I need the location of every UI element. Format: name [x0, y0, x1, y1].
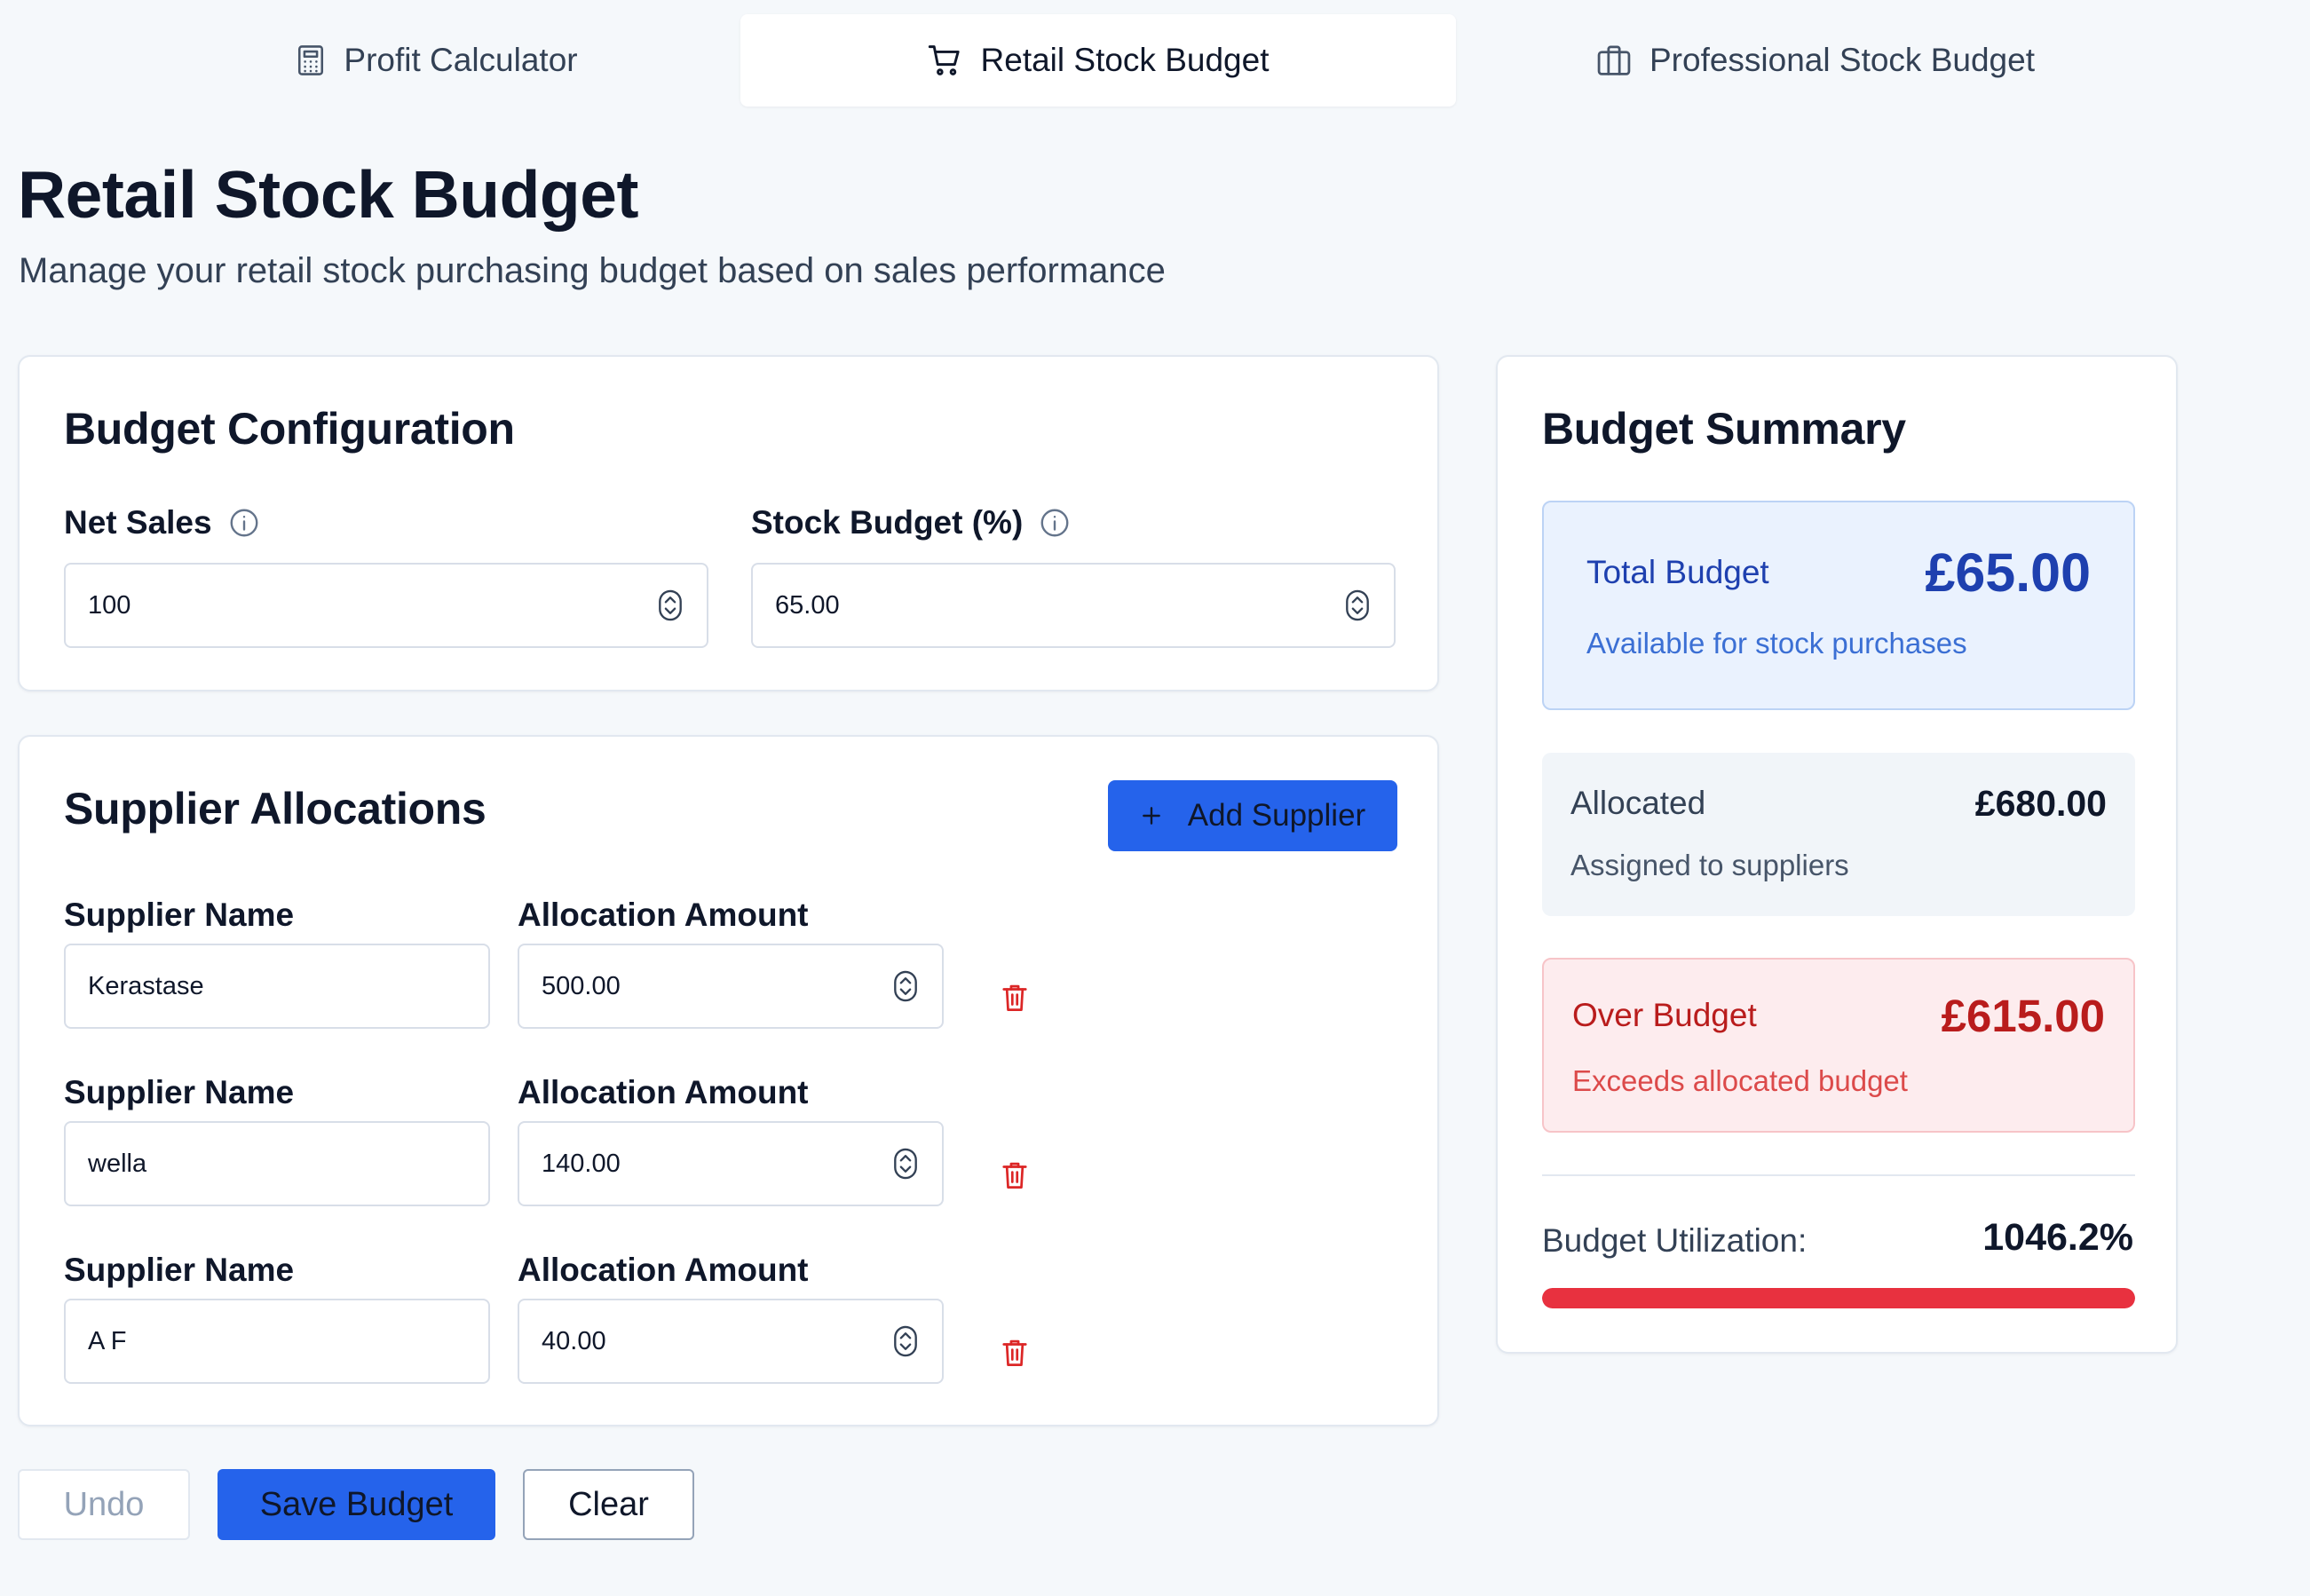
total-budget-label: Total Budget — [1586, 554, 1769, 590]
card-title: Budget Summary — [1542, 404, 1906, 454]
info-icon[interactable] — [1039, 507, 1071, 539]
allocated-label: Allocated — [1570, 785, 1706, 821]
save-budget-button[interactable]: Save Budget — [218, 1469, 495, 1540]
tab-bar: Profit Calculator Retail Stock Budget Pr… — [0, 14, 2310, 107]
summary-divider — [1542, 1174, 2135, 1176]
plus-icon — [1140, 804, 1163, 827]
card-title: Budget Configuration — [64, 404, 515, 454]
budget-utilization-label: Budget Utilization: — [1542, 1222, 1808, 1259]
input-value: 140.00 — [542, 1149, 621, 1178]
delete-supplier-icon[interactable] — [1001, 1338, 1028, 1368]
over-budget-box: Over Budget £615.00 Exceeds allocated bu… — [1542, 958, 2135, 1133]
budget-utilization-value: 1046.2% — [1982, 1216, 2133, 1259]
budget-configuration-card: Budget Configuration Net Sales 100 Stock… — [18, 355, 1439, 691]
supplier-name-input[interactable]: A F — [64, 1299, 490, 1384]
number-stepper-icon[interactable] — [892, 969, 919, 1003]
supplier-name-label: Supplier Name — [64, 1074, 295, 1110]
over-budget-caption: Exceeds allocated budget — [1572, 1064, 1908, 1097]
tab-label: Professional Stock Budget — [1649, 42, 2035, 78]
add-supplier-label: Add Supplier — [1187, 798, 1366, 833]
card-title: Supplier Allocations — [64, 784, 487, 834]
tab-professional-stock-budget[interactable]: Professional Stock Budget — [1458, 14, 2173, 107]
input-value: 65.00 — [775, 590, 840, 620]
budget-utilization-fill — [1542, 1288, 2135, 1308]
add-supplier-button[interactable]: Add Supplier — [1108, 780, 1397, 851]
field-label-text: Stock Budget (%) — [751, 504, 1024, 541]
allocation-amount-label: Allocation Amount — [518, 1074, 809, 1110]
allocated-value: £680.00 — [1974, 783, 2107, 824]
number-stepper-icon[interactable] — [892, 1147, 919, 1181]
over-budget-value: £615.00 — [1941, 991, 2105, 1041]
page-subtitle: Manage your retail stock purchasing budg… — [19, 251, 1166, 290]
delete-supplier-icon[interactable] — [1001, 1160, 1028, 1190]
field-label-text: Net Sales — [64, 504, 212, 541]
number-stepper-icon[interactable] — [1344, 589, 1371, 622]
supplier-name-input[interactable]: wella — [64, 1121, 490, 1206]
input-value: A F — [88, 1326, 127, 1355]
tab-label: Profit Calculator — [344, 42, 578, 78]
input-value: Kerastase — [88, 971, 204, 1000]
shopping-cart-icon — [928, 43, 963, 77]
supplier-name-input[interactable]: Kerastase — [64, 944, 490, 1029]
briefcase-icon — [1596, 44, 1632, 76]
stock-budget-label: Stock Budget (%) — [751, 504, 1071, 541]
number-stepper-icon[interactable] — [892, 1324, 919, 1358]
tab-profit-calculator[interactable]: Profit Calculator — [135, 14, 739, 107]
allocated-box: Allocated £680.00 Assigned to suppliers — [1542, 753, 2135, 916]
allocation-amount-input[interactable]: 140.00 — [518, 1121, 944, 1206]
input-value: 40.00 — [542, 1326, 606, 1355]
calculator-icon — [296, 43, 326, 77]
budget-summary-card: Budget Summary Total Budget £65.00 Avail… — [1496, 355, 2178, 1354]
allocation-amount-input[interactable]: 40.00 — [518, 1299, 944, 1384]
allocation-amount-label: Allocation Amount — [518, 1252, 809, 1288]
input-value: 500.00 — [542, 971, 621, 1000]
total-budget-value: £65.00 — [1925, 542, 2091, 603]
undo-button[interactable]: Undo — [18, 1469, 190, 1540]
supplier-name-label: Supplier Name — [64, 1252, 295, 1288]
tab-label: Retail Stock Budget — [980, 42, 1270, 78]
number-stepper-icon[interactable] — [657, 589, 684, 622]
page-title: Retail Stock Budget — [18, 157, 638, 232]
delete-supplier-icon[interactable] — [1001, 983, 1028, 1013]
input-value: wella — [88, 1149, 147, 1178]
stock-budget-input[interactable]: 65.00 — [751, 563, 1396, 648]
allocation-amount-input[interactable]: 500.00 — [518, 944, 944, 1029]
allocated-caption: Assigned to suppliers — [1570, 849, 1849, 881]
net-sales-input[interactable]: 100 — [64, 563, 708, 648]
supplier-allocations-card: Supplier Allocations Add Supplier Suppli… — [18, 735, 1439, 1426]
over-budget-label: Over Budget — [1572, 997, 1757, 1033]
total-budget-caption: Available for stock purchases — [1586, 627, 1967, 660]
net-sales-label: Net Sales — [64, 504, 260, 541]
total-budget-box: Total Budget £65.00 Available for stock … — [1542, 501, 2135, 710]
input-value: 100 — [88, 590, 131, 620]
supplier-name-label: Supplier Name — [64, 897, 295, 933]
clear-button[interactable]: Clear — [523, 1469, 694, 1540]
budget-utilization-bar — [1542, 1288, 2135, 1308]
allocation-amount-label: Allocation Amount — [518, 897, 809, 933]
info-icon[interactable] — [228, 507, 260, 539]
tab-retail-stock-budget[interactable]: Retail Stock Budget — [740, 14, 1456, 107]
